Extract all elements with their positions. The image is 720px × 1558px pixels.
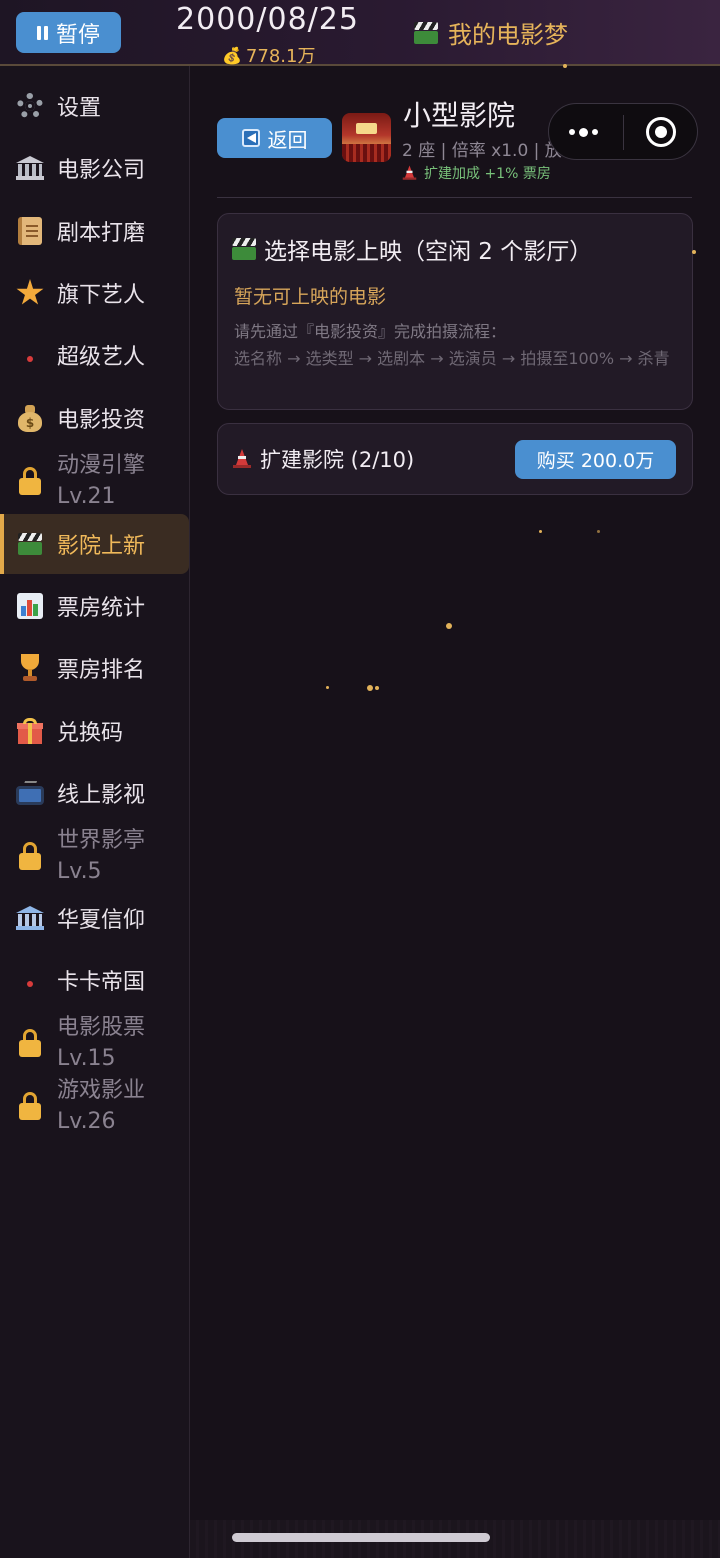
back-arrow-icon (241, 129, 260, 147)
bank-icon (15, 153, 45, 183)
clapperboard-icon (232, 238, 256, 260)
temple-icon (15, 903, 45, 933)
close-target-icon[interactable] (646, 117, 676, 147)
traffic-cone-icon (232, 449, 252, 469)
sparkle (692, 250, 696, 254)
sidebar-item-film-stocks[interactable]: 电影股票 Lv.15 (0, 1012, 190, 1074)
clapperboard-icon (15, 529, 45, 559)
more-icon[interactable] (569, 122, 603, 142)
mini-program-capsule (548, 103, 698, 160)
sidebar-item-box-office-ranking[interactable]: 票房排名 (0, 638, 190, 698)
money-value: 778.1万 (245, 46, 316, 67)
sparkle (326, 686, 329, 689)
sidebar-item-game-studio[interactable]: 游戏影业 Lv.26 (0, 1075, 190, 1137)
sidebar-item-box-office-stats[interactable]: 票房统计 (0, 576, 190, 636)
sidebar-item-script[interactable]: 剧本打磨 (0, 201, 190, 261)
sidebar-item-kaka-empire[interactable]: 卡卡帝国 (0, 950, 190, 1010)
sidebar-item-cinema[interactable]: 影院上新 (0, 514, 189, 574)
app-title-text: 我的电影梦 (448, 21, 568, 49)
sidebar-item-super-artists[interactable]: 超级艺人 (0, 325, 190, 385)
bar-chart-icon (15, 591, 45, 621)
back-button[interactable]: 返回 (217, 118, 332, 158)
pause-icon (36, 25, 48, 40)
game-date: 2000/08/25 (176, 2, 359, 37)
trophy-icon (15, 653, 45, 683)
sidebar-item-huaxia-faith[interactable]: 华夏信仰 (0, 888, 190, 948)
sparkle (446, 623, 452, 629)
lock-icon (15, 466, 45, 496)
app-title: 我的电影梦 (414, 15, 568, 50)
divider (217, 197, 692, 198)
money-bag-icon: 💰 (222, 45, 242, 65)
theater-name: 小型影院 (403, 99, 516, 132)
select-movie-card: 选择电影上映（空闲 2 个影厅） 暂无可上映的电影 请先通过『电影投资』完成拍摄… (217, 213, 693, 410)
traffic-cone-icon (402, 165, 417, 181)
expand-theater-label: 扩建影院 (2/10) (232, 444, 414, 474)
lock-icon (15, 1091, 45, 1121)
money-bag-icon: $ (15, 403, 45, 433)
pause-label: 暂停 (55, 22, 100, 48)
sidebar-item-redeem-code[interactable]: 兑换码 (0, 701, 190, 761)
home-indicator[interactable] (232, 1533, 490, 1542)
select-movie-title: 选择电影上映（空闲 2 个影厅） (232, 232, 592, 266)
sidebar-item-artists[interactable]: 旗下艺人 (0, 263, 190, 323)
pause-button[interactable]: 暂停 (16, 12, 121, 53)
gear-icon (15, 91, 45, 121)
sparkle (539, 530, 542, 533)
empty-message: 暂无可上映的电影 (234, 286, 387, 308)
sparkle (563, 64, 567, 68)
lock-icon (15, 841, 45, 871)
expansion-bonus: 扩建加成 +1% 票房 (402, 163, 551, 183)
sparkle (367, 685, 373, 691)
buy-expansion-button[interactable]: 购买 200.0万 (515, 440, 676, 479)
expand-theater-card: 扩建影院 (2/10) 购买 200.0万 (217, 423, 693, 495)
back-label: 返回 (267, 127, 308, 152)
sparkle (597, 530, 600, 533)
sidebar-item-settings[interactable]: 设置 (0, 76, 190, 136)
crown-icon (15, 965, 45, 995)
sidebar-item-film-investment[interactable]: $ 电影投资 (0, 388, 190, 448)
tv-icon (15, 778, 45, 808)
sidebar-item-film-company[interactable]: 电影公司 (0, 138, 190, 198)
top-bar: 暂停 2000/08/25 💰 778.1万 我的电影梦 (0, 0, 720, 68)
steps-text: 选名称 → 选类型 → 选剧本 → 选演员 → 拍摄至100% → 杀青 (234, 349, 670, 368)
lock-icon (15, 1028, 45, 1058)
money-display: 💰 778.1万 (222, 42, 315, 68)
sidebar-item-world-pavilion[interactable]: 世界影亭 Lv.5 (0, 825, 190, 887)
sidebar-item-online-video[interactable]: 线上影视 (0, 763, 190, 823)
hint-text: 请先通过『电影投资』完成拍摄流程： (234, 322, 507, 341)
crown-icon (15, 340, 45, 370)
sidebar-item-anime-engine[interactable]: 动漫引擎 Lv.21 (0, 450, 190, 512)
scroll-icon (15, 216, 45, 246)
sidebar: 设置 电影公司 剧本打磨 旗下艺人 超级艺人 $ 电影投资 动漫引擎 Lv.21… (0, 66, 190, 1558)
star-icon (15, 278, 45, 308)
clapperboard-icon (414, 21, 438, 44)
sparkle (375, 686, 379, 690)
gift-icon (15, 716, 45, 746)
theater-thumbnail (342, 113, 391, 162)
